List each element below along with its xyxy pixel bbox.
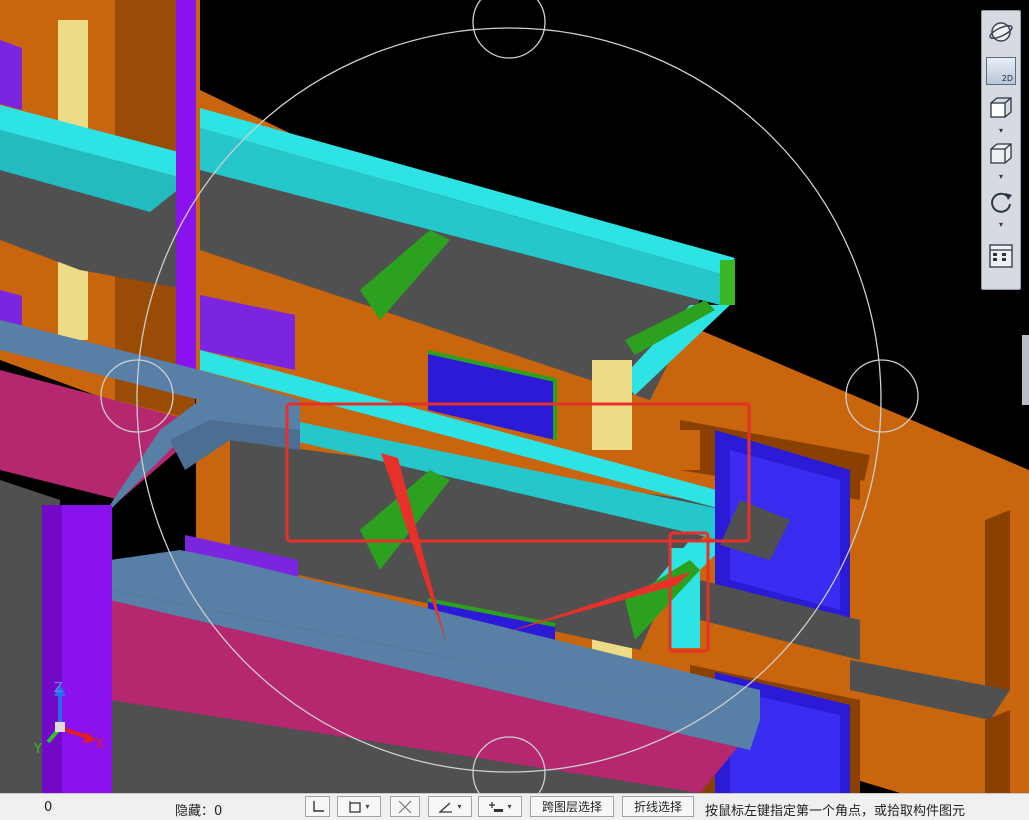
- snap-dropdown-icon: ▾: [365, 802, 370, 811]
- view-toolbar: 2D ▾ ▾ ▾: [981, 10, 1021, 290]
- offset-icon: [489, 801, 504, 812]
- offset-input-button[interactable]: ▾: [478, 796, 522, 817]
- command-prompt: 按鼠标左键指定第一个角点，或拾取构件图元: [705, 804, 966, 819]
- column-purple-lower-side: [42, 505, 62, 793]
- cube-wireframe-icon: [990, 97, 1012, 118]
- snap-mode-button[interactable]: ▾: [337, 796, 381, 817]
- view-settings-button[interactable]: [986, 241, 1016, 271]
- cross-icon: [398, 800, 412, 813]
- status-hidden-count: 隐藏：0: [175, 804, 223, 819]
- status-bar: 0 隐藏：0 ▾ ▾ ▾ 跨图层选择 折线选择 按鼠标左键指定第一个角点，或拾取…: [0, 793, 1029, 820]
- rotate-icon: [991, 192, 1012, 213]
- snap-icon: [349, 800, 362, 813]
- view-2d-label: 2D: [1001, 74, 1013, 83]
- orbit-tool-button[interactable]: [986, 17, 1016, 47]
- status-count: 0: [44, 800, 53, 815]
- axis-x-label: X: [95, 737, 104, 752]
- view-cube-dropdown[interactable]: ▾: [994, 173, 1008, 181]
- cube-icon: [990, 143, 1012, 164]
- view-2d-button[interactable]: 2D: [986, 57, 1016, 85]
- view-settings-icon: [989, 244, 1013, 268]
- angle-icon: [438, 802, 453, 813]
- building-3d-model[interactable]: Z X Y: [0, 0, 1029, 793]
- angle-dropdown-icon: ▾: [457, 802, 462, 811]
- ortho-toggle-button[interactable]: [305, 796, 330, 817]
- rotate-dropdown[interactable]: ▾: [994, 221, 1008, 229]
- polyline-select-button[interactable]: 折线选择: [622, 796, 694, 817]
- side-panel-handle[interactable]: [1022, 335, 1029, 405]
- axis-z-label: Z: [54, 681, 63, 696]
- cross-select-button[interactable]: [390, 796, 420, 817]
- ortho-icon: [312, 800, 324, 812]
- cross-layer-select-button[interactable]: 跨图层选择: [530, 796, 614, 817]
- column-purple-upper[interactable]: [176, 0, 196, 380]
- axis-origin: [55, 722, 65, 732]
- wall-right-edge: [985, 510, 1010, 700]
- offset-dropdown-icon: ▾: [507, 802, 512, 811]
- window-left-1[interactable]: [0, 40, 22, 110]
- beam-middle-end: [670, 548, 700, 648]
- beam-upper-end: [720, 260, 735, 305]
- pilaster-upper-left[interactable]: [58, 20, 88, 130]
- 3d-viewport[interactable]: Z X Y 2D ▾ ▾ ▾: [0, 0, 1029, 793]
- balcony-post-upper: [680, 430, 700, 470]
- view-3d-box-dropdown[interactable]: ▾: [994, 127, 1008, 135]
- axis-y-label: Y: [33, 742, 42, 757]
- orbit-icon: [989, 22, 1013, 42]
- wall-right-lower-edge: [985, 710, 1010, 793]
- rotate-button[interactable]: [986, 187, 1016, 217]
- view-3d-box-button[interactable]: [986, 93, 1016, 123]
- angle-snap-button[interactable]: ▾: [428, 796, 472, 817]
- view-cube-button[interactable]: [986, 139, 1016, 169]
- pilaster-mid-left[interactable]: [58, 260, 88, 340]
